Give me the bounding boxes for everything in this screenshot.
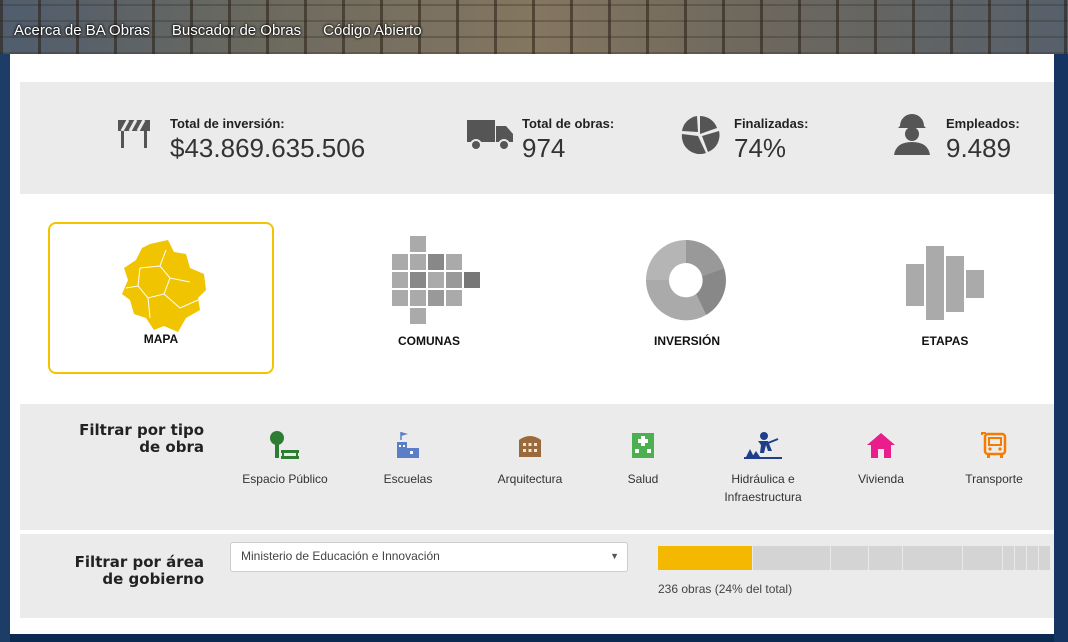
nav-link-acerca[interactable]: Acerca de BA Obras [14,22,150,39]
bar-segment [962,546,1002,570]
type-label: Transporte [965,472,1023,486]
view-label: INVERSIÓN [653,334,720,348]
caret-down-icon: ▼ [610,551,619,561]
roadblock-icon [116,116,152,155]
bar-segment [1026,546,1038,570]
left-edge [0,54,10,642]
stat-value: 974 [522,133,566,163]
type-arquitectura[interactable]: Arquitectura [482,428,578,486]
type-label: Arquitectura [497,472,563,486]
bar-segment [1014,546,1026,570]
type-label: Hidráulica e [731,472,795,486]
stats-strip: Total de inversión: $43.869.635.506 Tota… [20,82,1054,194]
area-progress-bar [658,546,1050,570]
type-vivienda[interactable]: Vivienda [846,428,916,486]
select-value: Ministerio de Educación e Innovación [241,549,440,563]
filter-type-title-line1: Filtrar por tipo [79,421,204,439]
stat-label: Finalizadas: [734,116,809,131]
view-mapa[interactable]: MAPA [48,222,274,374]
bus-icon [954,428,1034,462]
type-label-line2: Infraestructura [724,490,802,504]
type-escuelas[interactable]: Escuelas [368,428,448,486]
view-label: ETAPAS [921,334,969,348]
type-label: Espacio Público [242,472,328,486]
truck-icon [466,114,514,159]
hospital-icon [612,428,674,462]
type-label: Vivienda [858,472,904,486]
stat-empleados: Empleados: 9.489 [890,114,1020,164]
area-caption: 236 obras (24% del total) [658,582,793,596]
type-hidraulica[interactable]: Hidráulica e Infraestructura [708,428,818,504]
bar-segment [868,546,902,570]
view-comunas[interactable]: COMUNAS [316,222,542,374]
government-area-select[interactable]: Ministerio de Educación e Innovación ▼ [230,542,628,572]
type-label: Salud [627,472,659,486]
bar-segment [902,546,962,570]
area-progress-fill [658,546,752,570]
nav-link-buscador[interactable]: Buscador de Obras [172,22,301,39]
stat-total-obras: Total de obras: 974 [466,116,614,164]
header-banner: Acerca de BA Obras Buscador de Obras Cód… [0,0,1068,54]
nav-link-codigo-abierto[interactable]: Código Abierto [323,22,421,39]
stat-finalizadas: Finalizadas: 74% [680,114,809,164]
city-map-icon [120,238,210,339]
view-inversion[interactable]: INVERSIÓN [574,222,800,374]
stage-bars-icon [900,242,996,327]
bar-segment [1038,546,1050,570]
filter-area-title-line2: de gobierno [102,570,204,588]
type-salud[interactable]: Salud [612,428,674,486]
view-label: COMUNAS [398,334,460,348]
bar-segment [1002,546,1014,570]
grid-blocks-icon [382,234,492,335]
top-nav: Acerca de BA Obras Buscador de Obras Cód… [14,22,422,39]
stat-value: 74% [734,133,787,163]
view-selector: MAPA COMUNAS INVERSIÓN ETAPAS [20,194,1054,404]
stat-value: $43.869.635.506 [170,133,366,163]
type-espacio-publico[interactable]: Espacio Público [230,428,340,486]
stat-label: Total de obras: [522,116,615,131]
donut-chart-icon [644,238,728,327]
bar-segment [830,546,868,570]
filter-by-type: Filtrar por tipo de obra Espacio Público [20,404,1054,530]
stat-value: 9.489 [946,133,1012,163]
school-icon [368,428,448,462]
stat-label: Total de inversión: [170,116,285,131]
bar-segment [752,546,830,570]
worker-digging-icon [708,428,818,462]
stat-label: Empleados: [946,116,1020,131]
view-label: MAPA [143,332,179,346]
worker-icon [890,112,934,161]
stat-total-inversion: Total de inversión: $43.869.635.506 [116,116,365,164]
filter-area-title: Filtrar por área de gobierno [54,554,204,588]
type-transporte[interactable]: Transporte [954,428,1034,486]
filter-by-area: Filtrar por área de gobierno Ministerio … [20,534,1054,618]
filter-area-title-line1: Filtrar por área [74,553,204,571]
type-label: Escuelas [383,472,433,486]
building-icon [482,428,578,462]
filter-type-title-line2: de obra [139,438,204,456]
pie-chart-icon [680,114,720,159]
main-panel: Total de inversión: $43.869.635.506 Tota… [10,54,1054,634]
house-icon [846,428,916,462]
filter-type-title: Filtrar por tipo de obra [54,422,204,456]
view-etapas[interactable]: ETAPAS [832,222,1058,374]
park-bench-icon [230,428,340,462]
